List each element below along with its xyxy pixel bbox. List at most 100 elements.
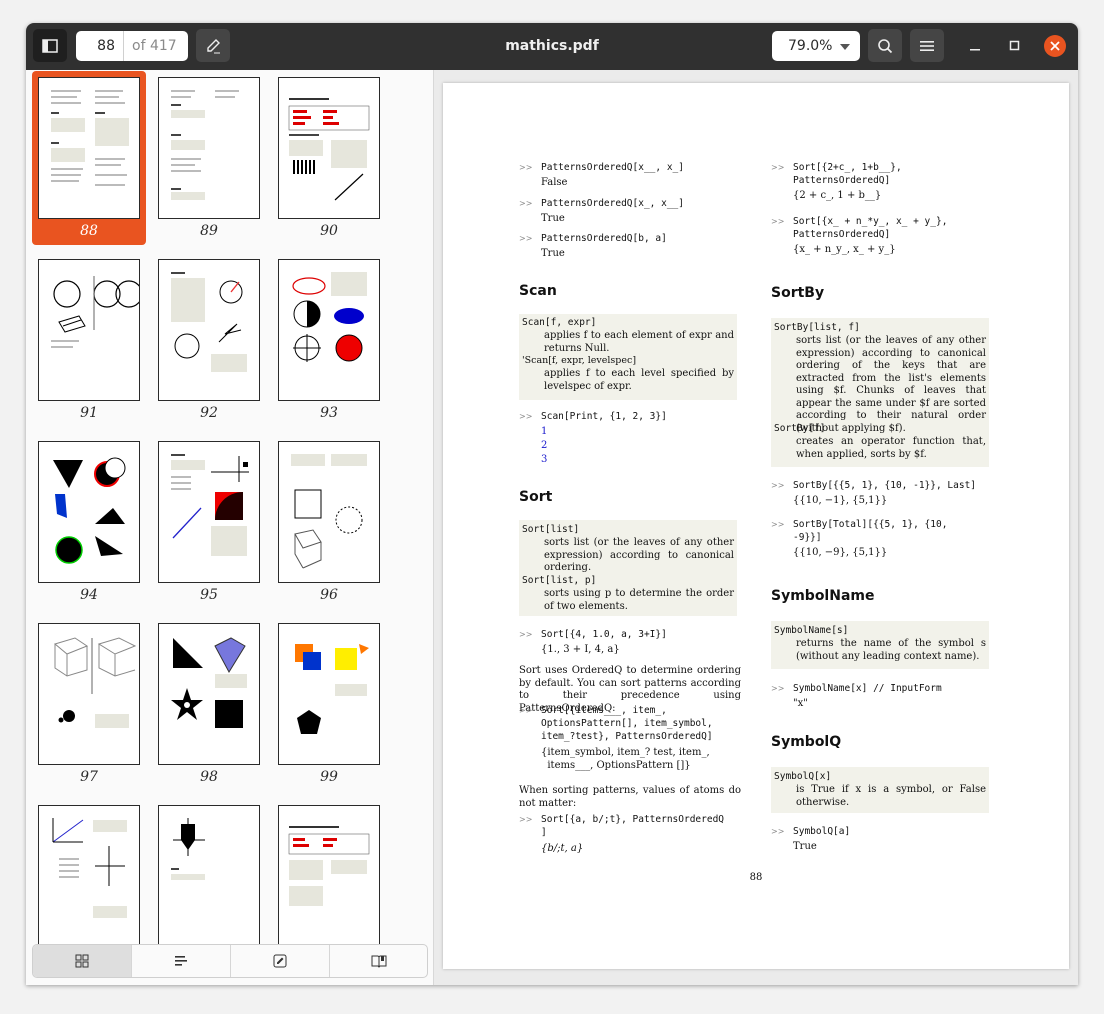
- sidebar-icon: [42, 38, 58, 53]
- zoom-selector[interactable]: 79.0%: [772, 31, 860, 61]
- function-description: sorts list (or the leaves of any other e…: [796, 335, 986, 434]
- function-signature: 'Scan[f, expr, levelspec]: [522, 355, 637, 366]
- function-signature: Scan[f, expr]: [522, 317, 597, 328]
- function-description: sorts using p to determine the order of …: [544, 588, 734, 612]
- definition-box: SortBy[list, f] sorts list (or the leave…: [771, 318, 989, 467]
- close-icon: [1050, 41, 1060, 51]
- example-output: {x_ + n_y_, x_ + y_}: [793, 244, 896, 255]
- hamburger-menu-icon: [920, 40, 934, 51]
- page-total-label: of 417: [132, 38, 177, 54]
- example-output: {item_symbol, item_? test, item_, items_…: [541, 747, 710, 771]
- function-signature: Sort[list, p]: [522, 575, 597, 586]
- maximize-icon: [1009, 40, 1020, 51]
- page-number-input[interactable]: 88: [76, 31, 124, 61]
- document-viewer-window: mathics.pdf 88 of 417 79.0% 88 89 90 91 …: [26, 23, 1078, 985]
- function-signature: SortBy[f]: [774, 423, 826, 434]
- example-output: True: [793, 841, 817, 852]
- example-output: False: [541, 177, 568, 188]
- example-input: PatternsOrderedQ[x_, x__]: [541, 198, 684, 209]
- section-heading: SymbolQ: [771, 734, 842, 750]
- thumbnail-image: [38, 623, 140, 765]
- example-input: Scan[Print, {1, 2, 3}]: [541, 411, 667, 422]
- example-output: True: [541, 213, 565, 224]
- example-input: SymbolName[x] // InputForm: [793, 683, 942, 694]
- thumbnail-image: [158, 441, 260, 583]
- annotate-button[interactable]: [196, 29, 230, 62]
- section-heading: Sort: [519, 489, 553, 505]
- function-signature: SortBy[list, f]: [774, 322, 860, 333]
- function-description: is True if x is a symbol, or False other…: [796, 784, 986, 808]
- function-description: applies f to each level specified by lev…: [544, 368, 734, 392]
- thumbnail-page-number: 88: [80, 223, 98, 239]
- thumbnail-page-number: 98: [200, 769, 218, 785]
- thumbnails-tab[interactable]: [33, 945, 132, 977]
- example-input: PatternsOrderedQ[b, a]: [541, 233, 667, 244]
- page-number: 88: [749, 872, 763, 883]
- example-output: {1., 3 + I, 4, a}: [541, 644, 620, 655]
- outline-tab[interactable]: [132, 945, 231, 977]
- thumbnail-page-number: 93: [320, 405, 338, 421]
- thumbnail-image: [278, 77, 380, 219]
- bookmarks-tab[interactable]: [330, 945, 427, 977]
- close-button[interactable]: [1044, 35, 1066, 57]
- example-output: {{10, −1}, {5,1}}: [793, 495, 888, 506]
- thumbnail-image: [278, 259, 380, 401]
- example-output: "x": [793, 698, 808, 709]
- example-input: Sort[{2+c_, 1+b__}, PatternsOrderedQ]: [793, 162, 902, 186]
- thumbnail-page-number: 92: [200, 405, 218, 421]
- example-output: 2: [541, 440, 548, 451]
- example-input: SortBy[Total][{{5, 1}, {10, -9}}]: [793, 519, 948, 543]
- example-output: 3: [541, 454, 548, 465]
- book-icon: [371, 955, 387, 968]
- thumbnail-sidebar: 88 89 90 91 92 93 94 95 96 97 98 99: [26, 70, 434, 985]
- thumbnail-page-number: 94: [80, 587, 98, 603]
- search-icon: [878, 38, 893, 53]
- definition-box: Scan[f, expr] applies f to each element …: [519, 314, 737, 400]
- pdf-page: >> PatternsOrderedQ[x__, x_] False >> Pa…: [443, 83, 1069, 969]
- thumbnail-page-number: 91: [80, 405, 98, 421]
- main-menu-button[interactable]: [910, 29, 944, 62]
- minimize-button[interactable]: [964, 35, 986, 57]
- example-input: PatternsOrderedQ[x__, x_]: [541, 162, 684, 173]
- minimize-icon: [970, 49, 980, 51]
- definition-box: Sort[list] sorts list (or the leaves of …: [519, 520, 737, 616]
- chevron-down-icon: [840, 44, 850, 50]
- thumbnail-image: [158, 259, 260, 401]
- example-output: {b/;t, a}: [541, 843, 584, 854]
- annotations-tab[interactable]: [231, 945, 330, 977]
- example-input: Sort[{items___, item_, OptionsPattern[],…: [541, 705, 713, 742]
- pencil-icon: [273, 954, 287, 968]
- thumbnail-page-number: 95: [200, 587, 218, 603]
- grid-icon: [75, 954, 89, 968]
- maximize-button[interactable]: [1004, 35, 1026, 57]
- function-description: applies f to each element of expr and re…: [544, 330, 734, 354]
- function-signature: SymbolQ[x]: [774, 771, 832, 782]
- thumbnail-page-number: 97: [80, 769, 98, 785]
- definition-box: SymbolQ[x] is True if x is a symbol, or …: [771, 767, 989, 813]
- thumbnail-page-number: 96: [320, 587, 338, 603]
- header-bar: mathics.pdf 88 of 417 79.0%: [26, 23, 1078, 70]
- thumbnail-image: [38, 441, 140, 583]
- thumbnail-image: [38, 259, 140, 401]
- function-description: sorts list (or the leaves of any other e…: [544, 537, 734, 573]
- example-input: Sort[{4, 1.0, a, 3+I}]: [541, 629, 667, 640]
- section-heading: SortBy: [771, 285, 825, 301]
- page-selector[interactable]: 88 of 417: [76, 31, 188, 61]
- thumbnail-image: [278, 805, 380, 947]
- definition-box: SymbolName[s] returns the name of the sy…: [771, 621, 989, 669]
- function-description: returns the name of the symbol s (withou…: [796, 638, 986, 662]
- thumbnail-image: [38, 805, 140, 947]
- sidebar-toggle-button[interactable]: [33, 29, 67, 62]
- thumbnail-image: [38, 77, 140, 219]
- thumbnail-image: [158, 805, 260, 947]
- thumbnail-image: [278, 623, 380, 765]
- thumbnail-image: [278, 441, 380, 583]
- thumbnail-page-number: 90: [320, 223, 338, 239]
- example-input: SortBy[{{5, 1}, {10, -1}}, Last]: [793, 480, 977, 491]
- zoom-value: 79.0%: [788, 38, 833, 54]
- example-output: True: [541, 248, 565, 259]
- outline-icon: [175, 956, 187, 966]
- document-view[interactable]: >> PatternsOrderedQ[x__, x_] False >> Pa…: [434, 70, 1078, 985]
- search-button[interactable]: [868, 29, 902, 62]
- sidebar-view-switcher: [32, 944, 428, 978]
